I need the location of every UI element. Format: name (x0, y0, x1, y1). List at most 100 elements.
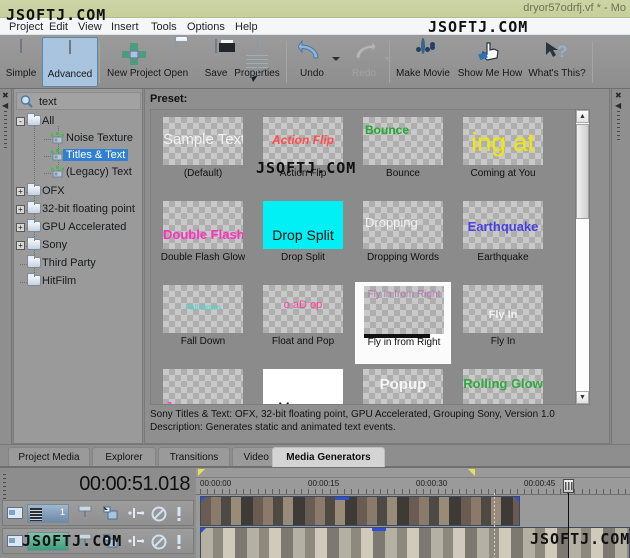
close-icon[interactable]: ✖ (615, 92, 622, 100)
track-fx-icon[interactable] (103, 506, 119, 520)
preset-caption: Fall Down (180, 336, 226, 347)
tree-item-third-party[interactable]: Third Party (16, 255, 141, 271)
expand-node-icon[interactable]: + (16, 187, 25, 196)
fade-in-handle[interactable] (201, 497, 206, 502)
video-track-lane[interactable] (196, 496, 630, 526)
scroll-up-icon[interactable]: ▲ (576, 110, 589, 123)
preset-item[interactable]: Fly in from Right Fly in from Right (355, 282, 451, 364)
drag-handle[interactable] (617, 111, 620, 141)
track-pan-icon[interactable] (127, 506, 145, 520)
tree-item-all[interactable]: - All (16, 113, 141, 129)
whats-this-button[interactable]: ? What's This? (524, 37, 590, 87)
drag-handle[interactable] (4, 111, 7, 149)
preset-item[interactable]: Rolling GlowRolling Glow (455, 366, 551, 404)
expand-node-icon[interactable]: + (16, 241, 25, 250)
track-solo-icon[interactable] (175, 534, 191, 549)
tree-item-hitfilm[interactable]: HitFilm (16, 273, 141, 289)
tree-item-noise-texture[interactable]: Noise Texture (40, 131, 141, 146)
collapse-icon[interactable]: ◀ (615, 102, 621, 110)
make-movie-button[interactable]: Make Movie (392, 37, 454, 87)
preset-item[interactable]: Fly In Fly In (455, 282, 551, 364)
collapse-icon[interactable]: ◀ (2, 102, 8, 110)
close-icon[interactable]: ✖ (2, 92, 9, 100)
marker-bar[interactable] (196, 468, 630, 478)
menu-item-options[interactable]: Options (182, 20, 230, 34)
menu-item-help[interactable]: Help (230, 20, 263, 34)
preset-grid[interactable]: Sample Text (Default) Action Flip Action Fl… (150, 109, 590, 405)
plugin-tree-panel: text - All Noise Texture Titles & Text (Lega… (13, 89, 143, 444)
preset-item[interactable]: Dropping Dropping Words (355, 198, 451, 280)
ruler-tick (474, 489, 475, 494)
fade-in-handle[interactable] (201, 528, 206, 533)
clip-fade-handle[interactable] (372, 528, 387, 531)
ruler-tick (358, 489, 359, 494)
folder-icon (27, 273, 41, 286)
preset-item[interactable]: Double Flash Double Flash Glow (155, 198, 251, 280)
plugin-tree[interactable]: - All Noise Texture Titles & Text (Legacy) T… (16, 112, 141, 440)
tab-explorer[interactable]: Explorer (92, 447, 156, 467)
tree-item-sony[interactable]: + Sony (16, 237, 141, 253)
ruler-tick (495, 489, 496, 494)
expand-node-icon[interactable]: + (16, 223, 25, 232)
expand-node-icon[interactable]: + (16, 205, 25, 214)
preset-thumbnail: Double Flash (163, 201, 243, 249)
undo-arrow-icon (298, 40, 326, 66)
ruler-tick (517, 489, 518, 494)
scrollbar-thumb[interactable] (576, 124, 589, 219)
loop-region-marker[interactable] (468, 469, 475, 476)
preset-item[interactable]: Sample Text (Default) (155, 114, 251, 196)
track-pan-icon[interactable] (127, 534, 145, 548)
preset-item[interactable]: Drop Split Drop Split (255, 198, 351, 280)
tree-item-label: Third Party (42, 257, 96, 269)
properties-button[interactable]: Properties (226, 37, 288, 87)
preset-preview-text: Bounce (365, 123, 410, 137)
tree-item-ofx[interactable]: + OFX (16, 183, 141, 199)
tree-item-legacy-text[interactable]: (Legacy) Text (40, 165, 141, 180)
tree-item-gpu-accelerated[interactable]: + GPU Accelerated (16, 219, 141, 235)
tab-project-media[interactable]: Project Media (8, 447, 90, 467)
tree-item-label: (Legacy) Text (66, 166, 132, 178)
tab-transitions[interactable]: Transitions (158, 447, 230, 467)
chevron-down-icon[interactable] (332, 57, 340, 61)
menu-item-insert[interactable]: Insert (106, 20, 144, 34)
preset-item[interactable]: o aD op Float and Pop (255, 282, 351, 364)
menu-item-tools[interactable]: Tools (146, 20, 182, 34)
playhead-cursor[interactable] (563, 479, 574, 493)
search-input[interactable]: text (16, 92, 141, 110)
preset-scrollbar[interactable]: ▲ ▼ (575, 109, 590, 405)
preset-thumbnail: Menace (263, 369, 343, 404)
tree-item-titles-text[interactable]: Titles & Text (40, 148, 141, 163)
fade-out-handle[interactable] (514, 497, 519, 502)
track-compositing-icon[interactable] (77, 505, 93, 521)
video-clip[interactable] (200, 496, 520, 526)
preset-item[interactable]: PopupPopup (355, 366, 451, 404)
advanced-view-button[interactable]: Advanced (42, 37, 98, 87)
preset-item[interactable]: Bounce Bounce (355, 114, 451, 196)
preset-item[interactable]: Action Flip Action Flip (255, 114, 351, 196)
svg-text:?: ? (557, 42, 567, 61)
preset-item[interactable]: MenaceMenace (255, 366, 351, 404)
tree-item-32-bit-floating-point[interactable]: +32-bit floating point (16, 201, 141, 217)
loop-region-marker[interactable] (198, 469, 205, 476)
preset-description: Sony Titles & Text: OFX, 32-bit floating… (150, 408, 605, 436)
timecode-display[interactable]: 00:00:51.018 (79, 473, 190, 496)
make-movie-button-label: Make Movie (396, 68, 450, 79)
track-mute-icon[interactable] (151, 534, 167, 550)
scroll-down-icon[interactable]: ▼ (576, 391, 589, 404)
clip-fade-handle[interactable] (334, 497, 349, 500)
preset-caption: Bounce (386, 168, 420, 179)
preset-item[interactable]: JumpJump (155, 366, 251, 404)
undo-button[interactable]: Undo (288, 37, 336, 87)
ruler-tick (430, 489, 431, 494)
track-solo-icon[interactable] (175, 506, 191, 521)
simple-view-button[interactable]: Simple (2, 37, 40, 87)
tab-media-generators[interactable]: Media Generators (272, 447, 385, 467)
preset-item[interactable]: ing at Coming at You (455, 114, 551, 196)
collapse-node-icon[interactable]: - (16, 117, 25, 126)
track-mute-icon[interactable] (151, 506, 167, 522)
drag-handle[interactable] (3, 474, 6, 502)
video-track-header[interactable]: 1 (2, 500, 194, 526)
preset-item[interactable]: Earthquake Earthquake (455, 198, 551, 280)
preset-item[interactable]: Fall Down Fall Down (155, 282, 251, 364)
show-me-how-button[interactable]: Show Me How (455, 37, 525, 87)
